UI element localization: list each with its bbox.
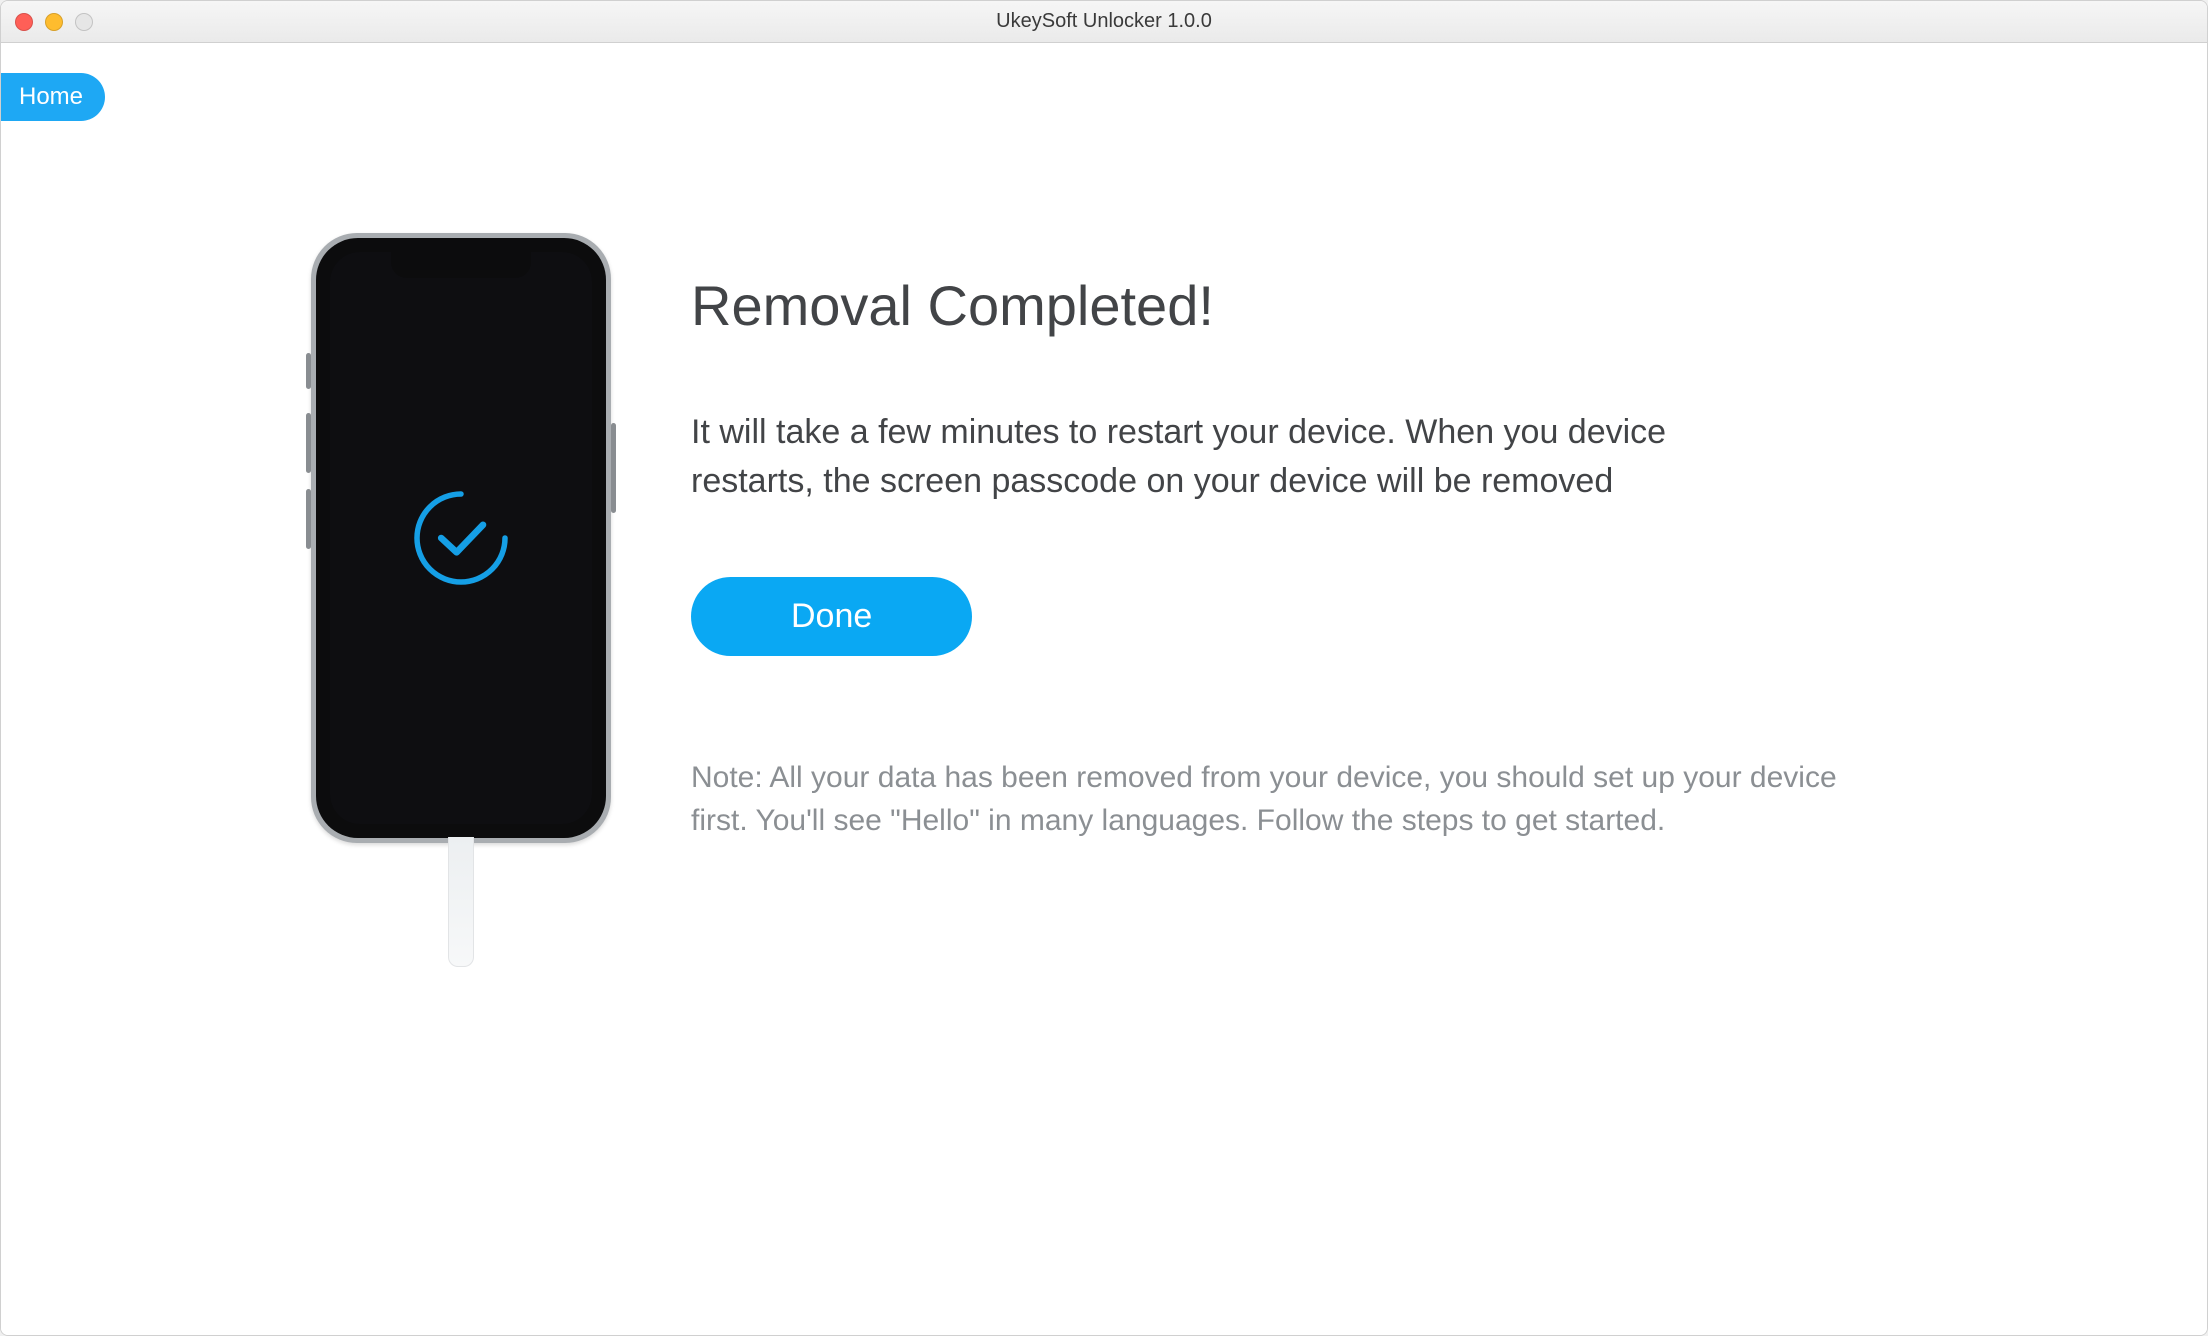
app-window: UkeySoft Unlocker 1.0.0 Home — [0, 0, 2208, 1336]
description-text: It will take a few minutes to restart yo… — [691, 408, 1791, 507]
phone-side-button — [611, 423, 616, 513]
close-window-button[interactable] — [15, 13, 33, 31]
home-button[interactable]: Home — [1, 73, 105, 121]
phone-side-button — [306, 413, 311, 473]
phone-side-button — [306, 489, 311, 549]
main-row: Removal Completed! It will take a few mi… — [1, 43, 2207, 967]
phone-screen — [330, 252, 592, 824]
window-title: UkeySoft Unlocker 1.0.0 — [1, 10, 2207, 33]
maximize-window-button[interactable] — [75, 13, 93, 31]
done-button-label: Done — [791, 597, 872, 635]
phone-side-button — [306, 353, 311, 389]
text-column: Removal Completed! It will take a few mi… — [691, 233, 1871, 843]
done-button[interactable]: Done — [691, 577, 972, 656]
window-controls — [15, 13, 93, 31]
note-text: Note: All your data has been removed fro… — [691, 756, 1841, 843]
home-button-label: Home — [19, 83, 83, 110]
titlebar: UkeySoft Unlocker 1.0.0 — [1, 1, 2207, 43]
phone-icon — [311, 233, 611, 843]
page-title: Removal Completed! — [691, 273, 1871, 338]
minimize-window-button[interactable] — [45, 13, 63, 31]
check-circle-icon — [406, 483, 516, 593]
phone-notch — [391, 252, 531, 278]
phone-illustration — [301, 233, 621, 967]
cable-icon — [448, 837, 474, 967]
content-area: Home — [1, 43, 2207, 1335]
